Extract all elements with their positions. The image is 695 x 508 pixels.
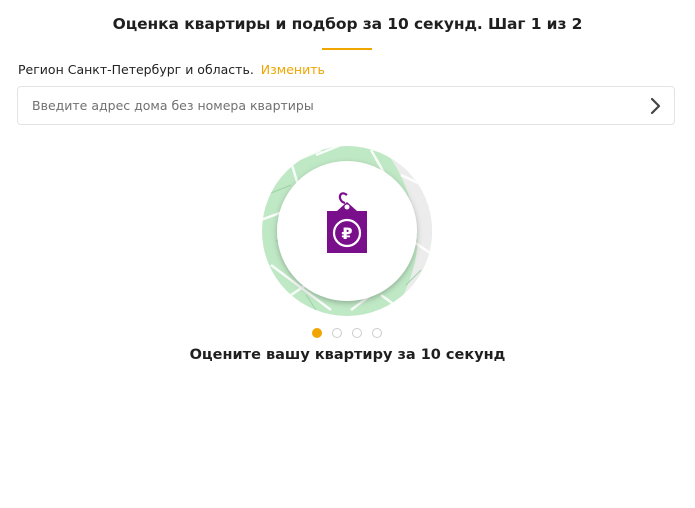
address-input[interactable] <box>32 87 632 124</box>
slide-dot-4[interactable] <box>372 328 382 338</box>
slide-dot-3[interactable] <box>352 328 362 338</box>
address-field[interactable] <box>17 86 675 125</box>
region-text: Регион Санкт-Петербург и область. <box>18 62 254 77</box>
page-title: Оценка квартиры и подбор за 10 секунд. Ш… <box>112 15 583 33</box>
map-illustration: ₽ <box>261 145 433 317</box>
chevron-right-icon[interactable] <box>648 97 664 115</box>
slide-caption: Оцените вашу квартиру за 10 секунд <box>189 347 506 363</box>
svg-text:₽: ₽ <box>341 224 352 243</box>
slider-pagination <box>312 328 384 340</box>
change-region-link[interactable]: Изменить <box>261 62 325 77</box>
region-line: Регион Санкт-Петербург и область. Измени… <box>18 62 325 77</box>
slide-dot-2[interactable] <box>332 328 342 338</box>
slide-dot-1[interactable] <box>312 328 322 338</box>
title-underline <box>322 48 372 50</box>
